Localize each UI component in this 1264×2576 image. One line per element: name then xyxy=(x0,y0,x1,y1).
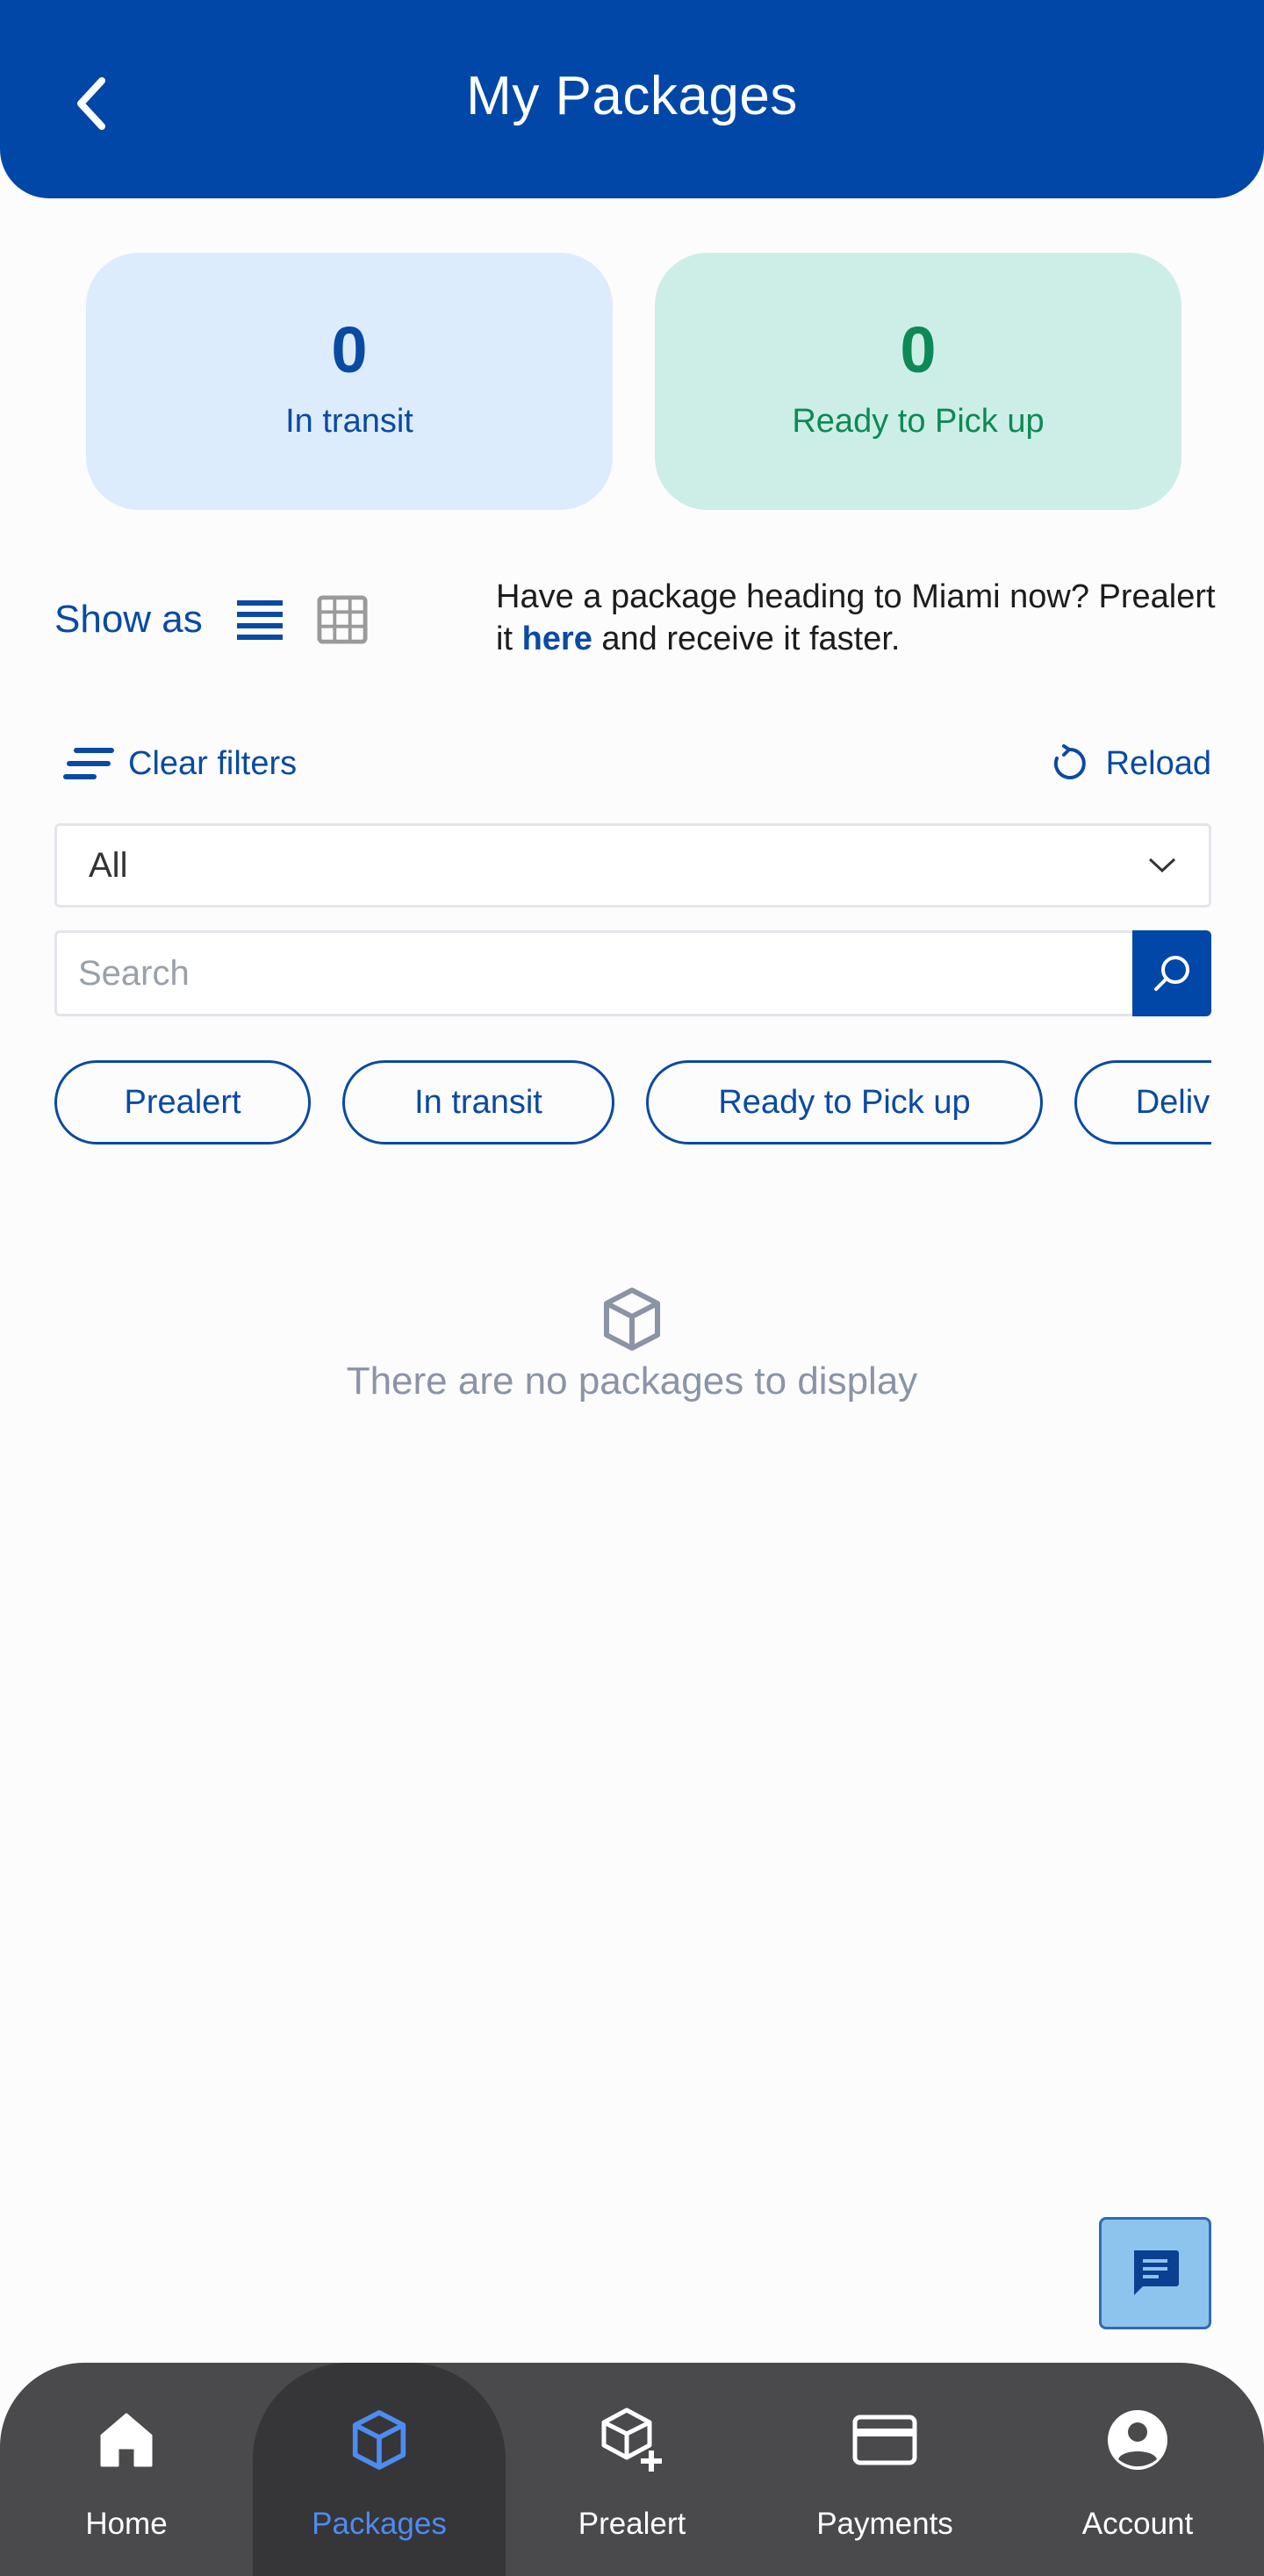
nav-payments[interactable]: Payments xyxy=(758,2363,1011,2576)
app-header: My Packages xyxy=(0,0,1264,198)
chip-delivered[interactable]: Delivered xyxy=(1074,1060,1211,1144)
package-add-icon xyxy=(601,2407,662,2472)
in-transit-count: 0 xyxy=(331,313,368,386)
reload-label: Reload xyxy=(1105,744,1211,782)
nav-home[interactable]: Home xyxy=(0,2363,253,2576)
in-transit-label: In transit xyxy=(285,403,413,440)
list-view-button[interactable] xyxy=(234,594,285,645)
empty-state: There are no packages to display xyxy=(0,1287,1264,1403)
status-select-value: All xyxy=(89,845,128,885)
page-title: My Packages xyxy=(466,66,798,126)
prealert-here-link[interactable]: here xyxy=(522,621,592,657)
filter-lines-icon xyxy=(63,748,114,779)
prealert-note-text-end: and receive it faster. xyxy=(592,621,901,657)
chip-ready-to-pick-up[interactable]: Ready to Pick up xyxy=(646,1060,1043,1144)
search-icon xyxy=(1154,956,1189,991)
package-icon xyxy=(604,1288,660,1351)
home-icon xyxy=(100,2413,153,2467)
bottom-navigation: Home Packages Prealert Payments Account xyxy=(0,2363,1264,2576)
ready-label: Ready to Pick up xyxy=(792,403,1045,440)
clear-filters-label: Clear filters xyxy=(128,744,298,782)
ready-count: 0 xyxy=(900,313,937,386)
nav-account[interactable]: Account xyxy=(1011,2363,1264,2576)
search-button[interactable] xyxy=(1132,930,1211,1016)
chip-prealert[interactable]: Prealert xyxy=(54,1060,311,1144)
in-transit-card[interactable]: 0 In transit xyxy=(86,253,613,510)
account-icon xyxy=(1108,2410,1167,2470)
nav-packages[interactable]: Packages xyxy=(253,2363,506,2576)
search-input[interactable] xyxy=(54,930,1132,1016)
search-bar xyxy=(54,930,1211,1016)
chevron-down-icon xyxy=(1148,857,1176,873)
nav-account-label: Account xyxy=(1081,2507,1194,2541)
grid-view-icon xyxy=(317,595,368,644)
chat-icon xyxy=(1134,2250,1179,2295)
clear-filters-button[interactable]: Clear filters xyxy=(61,739,297,788)
nav-prealert[interactable]: Prealert xyxy=(506,2363,758,2576)
status-select[interactable]: All xyxy=(54,823,1211,908)
chat-button[interactable] xyxy=(1099,2217,1211,2329)
nav-payments-label: Payments xyxy=(816,2507,953,2541)
reload-icon xyxy=(1053,744,1086,779)
chip-in-transit[interactable]: In transit xyxy=(342,1060,614,1144)
ready-to-pickup-card[interactable]: 0 Ready to Pick up xyxy=(655,253,1181,510)
nav-home-label: Home xyxy=(85,2507,168,2541)
reload-button[interactable]: Reload xyxy=(1052,739,1211,788)
nav-packages-label: Packages xyxy=(312,2507,447,2541)
grid-view-button[interactable] xyxy=(317,594,368,645)
status-filter-chips: Prealert In transit Ready to Pick up Delive… xyxy=(54,1060,1211,1144)
package-icon xyxy=(352,2410,406,2470)
nav-prealert-label: Prealert xyxy=(578,2507,686,2541)
empty-state-message: There are no packages to display xyxy=(346,1360,918,1403)
view-mode-toggle: Show as xyxy=(54,593,399,646)
show-as-label: Show as xyxy=(54,598,203,641)
list-view-icon xyxy=(236,600,283,640)
card-icon xyxy=(852,2415,917,2465)
prealert-note: Have a package heading to Miami now? Pre… xyxy=(496,576,1216,660)
